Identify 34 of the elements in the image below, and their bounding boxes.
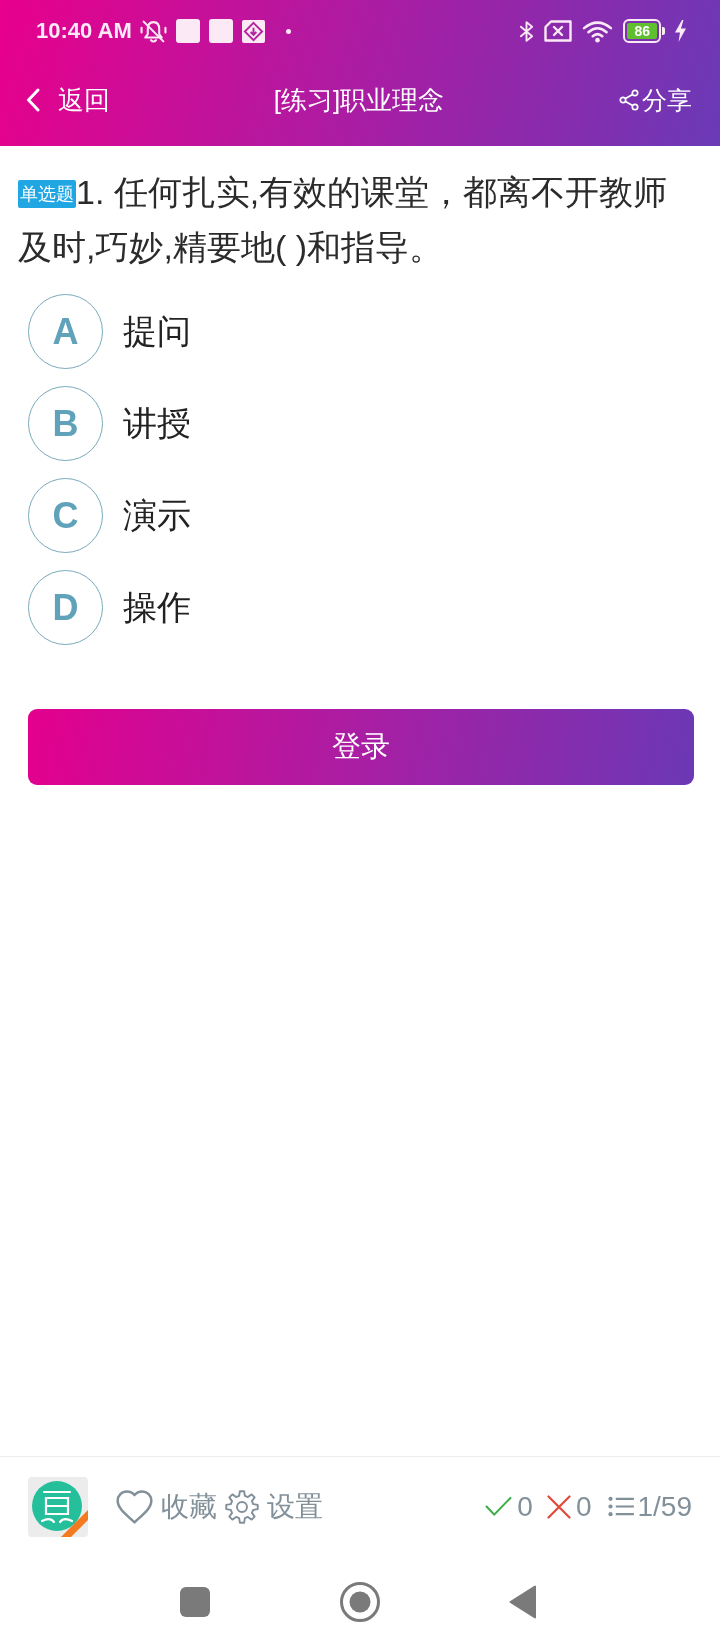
wrong-count: 0 bbox=[575, 1490, 592, 1523]
dot-icon bbox=[285, 28, 291, 34]
cross-icon bbox=[546, 1494, 571, 1519]
charging-bolt-icon bbox=[675, 20, 686, 42]
status-time: 10:40 AM bbox=[36, 18, 132, 44]
bluetooth-icon bbox=[519, 19, 535, 43]
triangle-icon[interactable] bbox=[509, 1585, 537, 1619]
back-button[interactable]: 返回 bbox=[24, 80, 112, 120]
option-text[interactable]: 提问 bbox=[123, 308, 191, 355]
check-icon bbox=[485, 1496, 513, 1517]
square-icon bbox=[175, 19, 200, 43]
option-text[interactable]: 操作 bbox=[123, 584, 191, 631]
sim-card-x-icon bbox=[544, 20, 573, 42]
share-icon bbox=[619, 89, 639, 111]
settings-icon bbox=[225, 1489, 259, 1524]
diamond-arrow-icon bbox=[241, 19, 265, 43]
share-button[interactable]: 分享 bbox=[617, 81, 694, 119]
question-text: 单选题 1. 任何扎实,有效的课堂，都离不开教师及时,巧妙,精要地( )和指导。 bbox=[18, 172, 669, 268]
correct-count: 0 bbox=[517, 1490, 533, 1523]
answer-sheet-button[interactable]: 1/59 bbox=[605, 1488, 694, 1525]
circle-icon[interactable] bbox=[340, 1582, 380, 1622]
square-icon[interactable] bbox=[180, 1587, 210, 1617]
option-text[interactable]: 讲授 bbox=[123, 400, 191, 447]
list-icon bbox=[607, 1496, 635, 1517]
muted-bell-icon bbox=[139, 18, 167, 44]
square-icon bbox=[208, 19, 233, 43]
page-title: [练习]职业理念 bbox=[273, 83, 445, 117]
login-button[interactable]: 登录 bbox=[28, 709, 694, 785]
app-logo-icon bbox=[28, 1476, 88, 1537]
wifi-icon bbox=[582, 19, 614, 43]
favorite-button[interactable]: 收藏 bbox=[114, 1485, 219, 1528]
settings-button[interactable]: 设置 bbox=[223, 1485, 325, 1528]
chevron-left-icon bbox=[26, 88, 40, 112]
option-text[interactable]: 演示 bbox=[123, 492, 191, 539]
